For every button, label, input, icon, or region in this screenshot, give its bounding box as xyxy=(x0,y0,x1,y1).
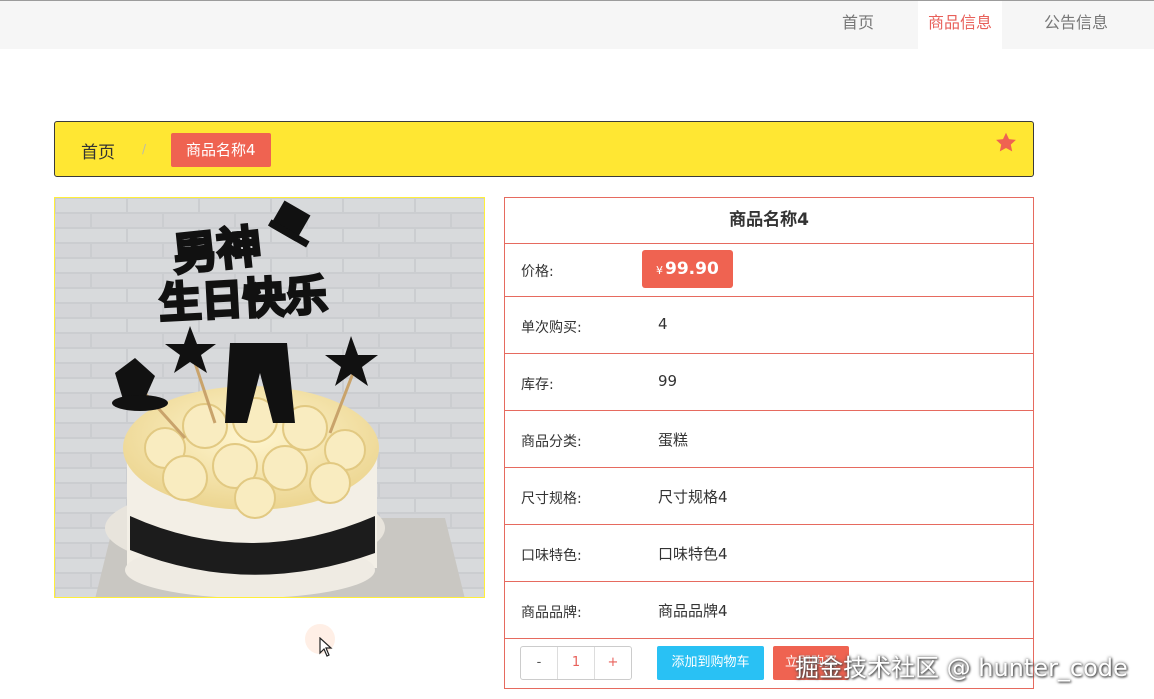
quantity-stepper: - 1 + xyxy=(520,646,632,680)
purchase-limit-label: 单次购买: xyxy=(521,320,582,336)
row-flavor: 口味特色: 口味特色4 xyxy=(505,525,1033,582)
quantity-increase-button[interactable]: + xyxy=(595,647,631,679)
stock-value: 99 xyxy=(658,372,678,390)
product-image: 男神 生日快乐 xyxy=(54,197,485,598)
svg-text:男神: 男神 xyxy=(171,221,264,281)
product-title: 商品名称4 xyxy=(505,198,1033,244)
row-brand: 商品品牌: 商品品牌4 xyxy=(505,582,1033,639)
add-to-cart-button[interactable]: 添加到购物车 xyxy=(657,646,764,680)
price-label: 价格: xyxy=(521,264,554,280)
breadcrumb: 首页 / 商品名称4 xyxy=(54,121,1034,177)
size-value: 尺寸规格4 xyxy=(658,488,728,506)
price-value: 99.90 xyxy=(665,259,719,279)
stock-label: 库存: xyxy=(521,377,554,393)
row-size: 尺寸规格: 尺寸规格4 xyxy=(505,468,1033,525)
quantity-input[interactable]: 1 xyxy=(557,647,595,679)
breadcrumb-separator: / xyxy=(142,142,147,156)
brand-label: 商品品牌: xyxy=(521,605,582,621)
quantity-decrease-button[interactable]: - xyxy=(521,647,557,679)
flavor-value: 口味特色4 xyxy=(658,545,728,563)
row-purchase-limit: 单次购买: 4 xyxy=(505,297,1033,354)
product-details: 商品名称4 价格: ¥99.90 单次购买: 4 库存: 99 商品分类: 蛋糕… xyxy=(504,197,1034,689)
row-category: 商品分类: 蛋糕 xyxy=(505,411,1033,468)
mouse-pointer-icon xyxy=(319,637,333,657)
breadcrumb-current: 商品名称4 xyxy=(171,133,271,167)
flavor-label: 口味特色: xyxy=(521,548,582,564)
category-value: 蛋糕 xyxy=(658,431,689,449)
row-stock: 库存: 99 xyxy=(505,354,1033,411)
nav-item-products[interactable]: 商品信息 xyxy=(918,1,1002,49)
size-label: 尺寸规格: xyxy=(521,491,582,507)
purchase-limit-value: 4 xyxy=(658,315,668,333)
svg-text:生日快乐: 生日快乐 xyxy=(158,270,328,328)
star-icon[interactable] xyxy=(994,131,1018,155)
price-badge: ¥99.90 xyxy=(642,250,733,288)
brand-value: 商品品牌4 xyxy=(658,602,728,620)
breadcrumb-home-link[interactable]: 首页 xyxy=(81,138,115,163)
row-price: 价格: ¥99.90 xyxy=(505,244,1033,297)
watermark: 掘金技术社区 @ hunter_code xyxy=(795,654,1128,682)
currency-symbol: ¥ xyxy=(656,264,663,277)
top-nav: 首页 商品信息 公告信息 xyxy=(0,0,1154,49)
category-label: 商品分类: xyxy=(521,434,582,450)
nav-item-home[interactable]: 首页 xyxy=(822,1,894,49)
nav-item-announcements[interactable]: 公告信息 xyxy=(1030,1,1122,49)
